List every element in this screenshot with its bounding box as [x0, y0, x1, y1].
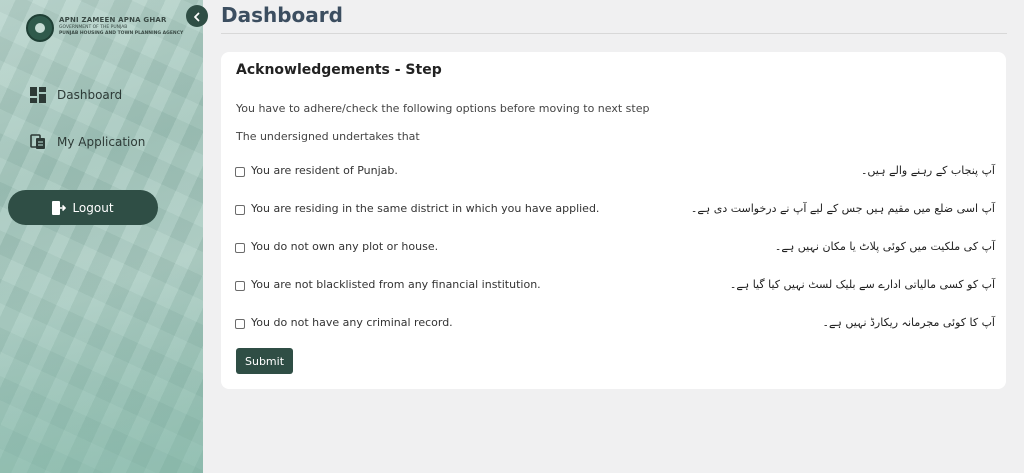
acknowledgement-label-ur: آپ کا کوئی مجرمانہ ریکارڈ نہیں ہے۔	[822, 316, 996, 329]
sidebar-item-my-application[interactable]: My Application	[30, 134, 145, 150]
logo-agency: PUNJAB HOUSING AND TOWN PLANNING AGENCY	[59, 31, 184, 36]
acknowledgement-label-en: You are not blacklisted from any financi…	[251, 278, 541, 291]
acknowledgement-label-en: You do not own any plot or house.	[251, 240, 439, 253]
sidebar: APNI ZAMEEN APNA GHAR GOVERNMENT OF THE …	[0, 0, 203, 473]
acknowledgement-label-ur: آپ پنجاب کے رہنے والے ہیں۔	[860, 164, 995, 177]
acknowledgement-label-ur: آپ کی ملکیت میں کوئی پلاٹ یا مکان نہیں ہ…	[774, 240, 995, 253]
submit-button[interactable]: Submit	[236, 348, 293, 374]
sidebar-item-label: My Application	[57, 135, 146, 149]
card-title: Acknowledgements - Step	[236, 62, 442, 78]
logout-button[interactable]: Logout	[8, 190, 158, 225]
acknowledgement-row: You do not own any plot or house. آپ کی …	[235, 240, 995, 258]
acknowledgement-row: You are not blacklisted from any financi…	[235, 278, 995, 296]
acknowledgement-row: You do not have any criminal record. آپ …	[235, 316, 995, 334]
government-seal-icon	[26, 14, 54, 42]
acknowledgement-checkbox[interactable]	[235, 319, 245, 329]
acknowledgement-checkbox[interactable]	[235, 243, 245, 253]
sidebar-item-label: Dashboard	[57, 88, 123, 102]
acknowledgement-checkbox[interactable]	[235, 281, 245, 291]
logout-icon	[52, 200, 67, 215]
acknowledgement-card: Acknowledgements - Step You have to adhe…	[221, 52, 1006, 389]
instruction-text: You have to adhere/check the following o…	[236, 102, 650, 115]
acknowledgement-checkbox[interactable]	[235, 205, 245, 215]
logo: APNI ZAMEEN APNA GHAR GOVERNMENT OF THE …	[26, 14, 186, 42]
chevron-left-icon	[192, 7, 202, 26]
acknowledgement-label-ur: آپ کو کسی مالیاتی ادارے سے بلیک لسٹ نہیں…	[729, 278, 995, 291]
acknowledgement-checkbox[interactable]	[235, 167, 245, 177]
logout-label: Logout	[72, 200, 114, 215]
divider	[221, 33, 1007, 34]
undertaking-text: The undersigned undertakes that	[236, 130, 420, 143]
logo-title: APNI ZAMEEN APNA GHAR	[59, 16, 167, 24]
page-title: Dashboard	[221, 3, 343, 27]
application-document-icon	[30, 134, 46, 150]
acknowledgement-label-en: You are residing in the same district in…	[251, 202, 600, 215]
sidebar-item-dashboard[interactable]: Dashboard	[30, 87, 122, 103]
sidebar-collapse-button[interactable]	[186, 5, 208, 27]
logo-subtitle: GOVERNMENT OF THE PUNJAB	[59, 25, 128, 30]
acknowledgement-row: You are residing in the same district in…	[235, 202, 995, 220]
acknowledgement-label-en: You are resident of Punjab.	[251, 164, 398, 177]
acknowledgement-label-ur: آپ اسی ضلع میں مقیم ہیں جس کے لیے آپ نے …	[690, 202, 995, 215]
dashboard-grid-icon	[30, 87, 46, 103]
acknowledgement-label-en: You do not have any criminal record.	[251, 316, 453, 329]
acknowledgement-row: You are resident of Punjab. آپ پنجاب کے …	[235, 164, 995, 182]
